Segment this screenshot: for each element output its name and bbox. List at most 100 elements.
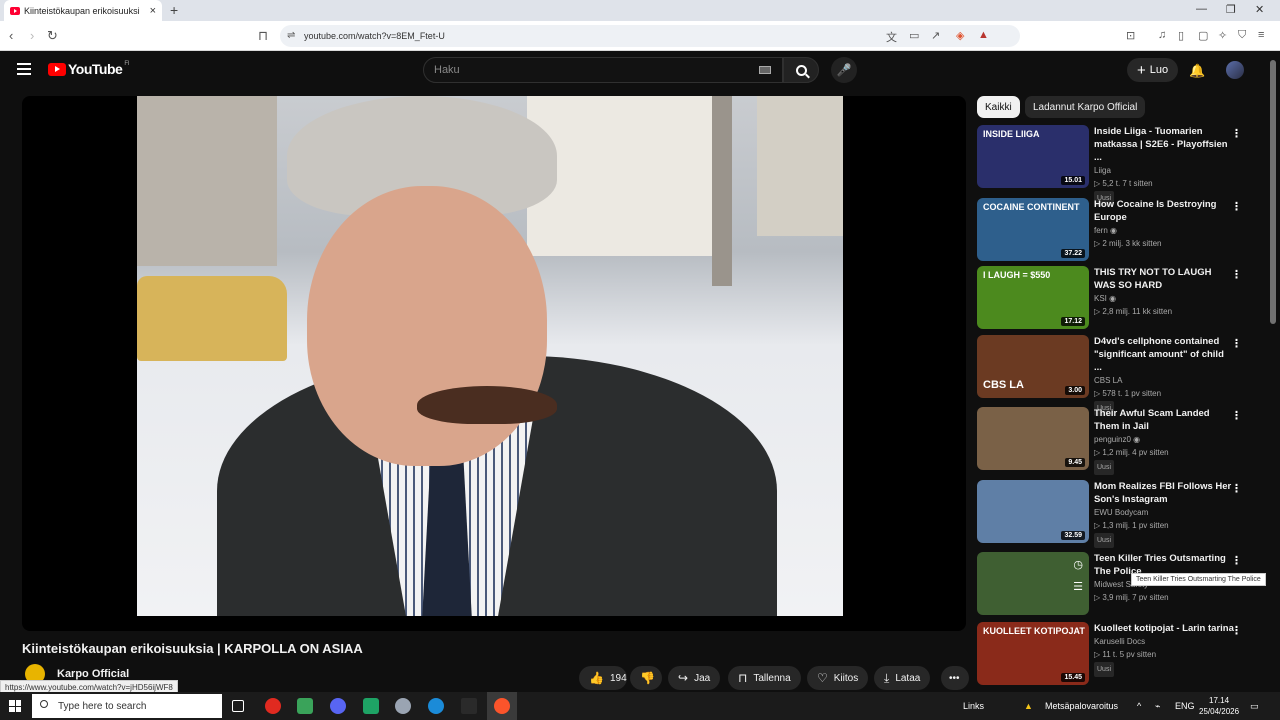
video-card-title[interactable]: How Cocaine Is Destroying Europe (1094, 198, 1234, 224)
media-icon[interactable]: ♫ (1158, 29, 1166, 41)
cast-icon[interactable]: ▭ (909, 29, 919, 42)
thanks-button[interactable]: ♡ Kiitos (807, 666, 869, 690)
thumbnail[interactable]: I LAUGH = $550 17.12 (977, 266, 1089, 329)
thumbnail[interactable]: 9.45 (977, 407, 1089, 470)
card-more-icon[interactable]: ⋮ (1231, 624, 1242, 637)
tray-expand-icon[interactable]: ^ (1137, 701, 1141, 711)
browser-tab[interactable]: Kiinteistökaupan erikoisuuksi × (4, 0, 162, 21)
add-to-queue-icon[interactable]: ☰ (1073, 580, 1083, 593)
thumbnail[interactable]: CBS LA 3.00 (977, 335, 1089, 398)
recommendation-card[interactable]: I LAUGH = $550 17.12 THIS TRY NOT TO LAU… (977, 266, 1252, 330)
app-icon[interactable] (461, 698, 477, 714)
thumbnail[interactable]: KUOLLEET KOTIPOJAT 15.45 (977, 622, 1089, 685)
recommendation-card[interactable]: 9.45 Their Awful Scam Landed Them in Jai… (977, 407, 1252, 475)
thumbnail[interactable]: COCAINE CONTINENT 37.22 (977, 198, 1089, 261)
youtube-logo[interactable]: YouTube FI (48, 61, 129, 77)
thumbnail[interactable]: INSIDE LIIGA 15.01 (977, 125, 1089, 188)
menu-icon[interactable]: ≡ (1258, 29, 1264, 41)
wallet-icon[interactable]: ▢ (1198, 29, 1208, 42)
download-button[interactable]: ⤓ Lataa (874, 666, 931, 690)
save-button[interactable]: ⊓ Tallenna (728, 666, 801, 690)
windows-start-icon[interactable] (9, 700, 21, 712)
video-card-title[interactable]: Kuolleet kotipojat - Larin tarina (1094, 622, 1234, 635)
watch-later-icon[interactable]: ◷ (1073, 558, 1083, 571)
new-tab-button[interactable]: + (170, 2, 178, 18)
video-card-title[interactable]: THIS TRY NOT TO LAUGH WAS SO HARD (1094, 266, 1234, 292)
video-card-title[interactable]: D4vd's cellphone contained "significant … (1094, 335, 1234, 374)
card-channel[interactable]: KSI ◉ (1094, 293, 1234, 305)
forward-icon[interactable]: › (30, 28, 34, 43)
card-more-icon[interactable]: ⋮ (1231, 409, 1242, 422)
chip-uploaded-by[interactable]: Ladannut Karpo Official (1025, 96, 1146, 118)
network-icon[interactable]: ⌁ (1155, 701, 1160, 712)
recommendation-card[interactable]: CBS LA 3.00 D4vd's cellphone contained "… (977, 335, 1252, 416)
video-card-title[interactable]: Inside Liiga - Tuomarien matkassa | S2E6… (1094, 125, 1234, 164)
thumbnail[interactable]: ◷ ☰ (977, 552, 1089, 615)
warning-icon[interactable]: ▲ (1024, 701, 1033, 711)
avatar[interactable] (1226, 61, 1244, 79)
card-more-icon[interactable]: ⋮ (1231, 268, 1242, 281)
share-button[interactable]: ↪ Jaa (668, 666, 721, 690)
recommendation-card[interactable]: 32.59 Mom Realizes FBI Follows Her Son's… (977, 480, 1252, 548)
weather-alert[interactable]: Metsäpalovaroitus (1045, 701, 1118, 711)
recommendation-card[interactable]: COCAINE CONTINENT 37.22 How Cocaine Is D… (977, 198, 1252, 262)
app-icon[interactable] (363, 698, 379, 714)
reload-icon[interactable]: ↻ (47, 28, 58, 44)
taskbar-search-input[interactable]: Type here to search (32, 694, 222, 718)
minimize-button[interactable]: — (1196, 3, 1207, 15)
thumbnail[interactable]: 32.59 (977, 480, 1089, 543)
card-channel[interactable]: CBS LA (1094, 375, 1234, 387)
vpn-icon[interactable]: ⛉ (1238, 29, 1246, 42)
links-toolbar[interactable]: Links (963, 701, 984, 711)
card-more-icon[interactable]: ⋮ (1231, 200, 1242, 213)
back-icon[interactable]: ‹ (9, 28, 13, 43)
close-window-button[interactable]: ✕ (1255, 3, 1264, 16)
app-icon[interactable] (297, 698, 313, 714)
card-channel[interactable]: fern ◉ (1094, 225, 1234, 237)
app-icon[interactable] (395, 698, 411, 714)
task-view-icon[interactable] (232, 700, 244, 712)
like-button[interactable]: 👍 194 (579, 666, 627, 690)
card-channel[interactable]: penguinz0 ◉ (1094, 434, 1234, 446)
edge-icon[interactable] (428, 698, 444, 714)
dislike-button[interactable]: 👎 (630, 666, 662, 690)
tab-close-button[interactable]: × (150, 5, 156, 17)
keyboard-icon[interactable] (759, 66, 771, 74)
recommendation-card[interactable]: INSIDE LIIGA 15.01 Inside Liiga - Tuomar… (977, 125, 1252, 206)
share-icon[interactable]: ↗ (931, 29, 940, 42)
card-more-icon[interactable]: ⋮ (1231, 482, 1242, 495)
translate-icon[interactable]: 文 (886, 29, 897, 45)
hamburger-menu-icon[interactable] (17, 63, 31, 78)
site-info-icon[interactable]: ⇌ (287, 30, 295, 41)
brave-shield-icon[interactable]: ◈ (956, 29, 964, 42)
language-indicator[interactable]: ENG (1175, 701, 1195, 711)
more-actions-button[interactable]: ••• (941, 666, 969, 690)
discord-icon[interactable] (330, 698, 346, 714)
scrollbar[interactable] (1270, 60, 1276, 324)
channel-name[interactable]: Karpo Official (57, 668, 129, 680)
search-input[interactable]: Haku (423, 57, 783, 83)
card-channel[interactable]: Liiga (1094, 165, 1234, 177)
card-more-icon[interactable]: ⋮ (1231, 554, 1242, 567)
extensions-icon[interactable]: ⊡ (1126, 29, 1135, 42)
leo-icon[interactable]: ✧ (1218, 29, 1227, 42)
card-channel[interactable]: Karuselli Docs (1094, 636, 1234, 648)
video-card-title[interactable]: Mom Realizes FBI Follows Her Son's Insta… (1094, 480, 1234, 506)
card-channel[interactable]: EWU Bodycam (1094, 507, 1234, 519)
notification-center-icon[interactable]: ▭ (1250, 701, 1259, 712)
card-more-icon[interactable]: ⋮ (1231, 337, 1242, 350)
opera-icon[interactable] (265, 698, 281, 714)
search-button[interactable] (783, 57, 819, 83)
sidebar-icon[interactable]: ▯ (1178, 29, 1184, 42)
video-player[interactable] (22, 96, 966, 631)
create-button[interactable]: + Luo (1127, 58, 1179, 82)
bookmark-icon[interactable]: ⊓ (258, 28, 268, 44)
recommendation-card[interactable]: KUOLLEET KOTIPOJAT 15.45 Kuolleet kotipo… (977, 622, 1252, 686)
voice-search-icon[interactable]: 🎤 (831, 57, 857, 83)
brave-rewards-icon[interactable]: ▲ (978, 29, 989, 41)
clock[interactable]: 17.14 25/04/2026 (1199, 695, 1239, 717)
video-card-title[interactable]: Their Awful Scam Landed Them in Jail (1094, 407, 1234, 433)
card-more-icon[interactable]: ⋮ (1231, 127, 1242, 140)
notifications-bell-icon[interactable]: 🔔 (1189, 63, 1205, 79)
chip-all[interactable]: Kaikki (977, 96, 1020, 118)
